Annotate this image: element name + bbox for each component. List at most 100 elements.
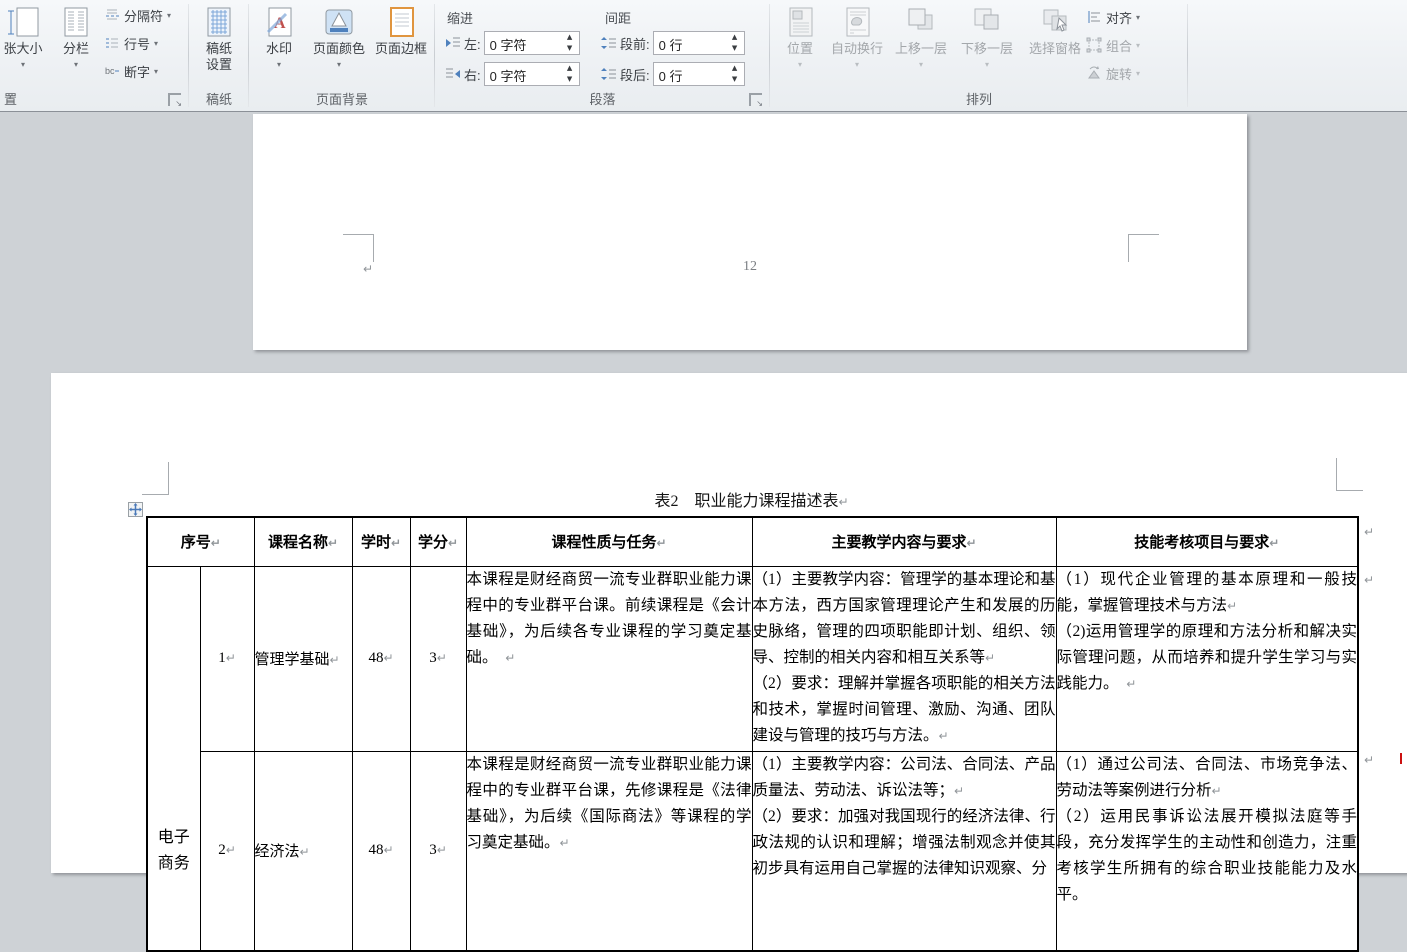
- paragraph-mark: ↵: [437, 651, 447, 665]
- header-credits[interactable]: 学分↵: [410, 517, 466, 566]
- svg-text:bc: bc: [105, 66, 115, 76]
- indent-right-field[interactable]: 0 字符 ▲▼: [484, 62, 580, 86]
- space-after-spinner[interactable]: ▲▼: [728, 64, 742, 84]
- space-after-row: 段后: 0 行 ▲▼: [601, 62, 745, 86]
- cell-skills[interactable]: （1）通过公司法、合同法、市场竞争法、劳动法等案例进行分析↵（2）运用民事诉讼法…: [1056, 751, 1358, 951]
- cell-content[interactable]: （1）主要教学内容：公司法、合同法、产品质量法、劳动法、诉讼法等；↵（2）要求：…: [752, 751, 1056, 951]
- paragraph-mark: ↵: [939, 729, 949, 743]
- breaks-button[interactable]: 分隔符 ▾: [104, 2, 171, 28]
- group-label-arrange: 排列: [770, 89, 1188, 108]
- header-no[interactable]: 序号↵: [147, 517, 254, 566]
- paper-size-button[interactable]: 张大小 ▾: [0, 2, 56, 90]
- cell-nature[interactable]: 本课程是财经商贸一流专业群职业能力课程中的专业群平台课。前续课程是《会计基础》，…: [466, 566, 752, 751]
- wrap-text-button[interactable]: 自动换行 ▾: [826, 2, 888, 90]
- paper-size-label: 张大小: [0, 41, 56, 57]
- cell-credits[interactable]: 3↵: [410, 751, 466, 951]
- indent-left-label: 左:: [464, 34, 481, 53]
- cell-no[interactable]: 2↵: [200, 751, 254, 951]
- indent-left-spinner[interactable]: ▲▼: [563, 33, 577, 53]
- wrap-text-icon: [840, 6, 874, 39]
- table-header-row: 序号↵ 课程名称↵ 学时↵ 学分↵ 课程性质与任务↵ 主要教学内容与要求↵ 技能…: [147, 517, 1358, 566]
- margin-corner-mark: [1128, 234, 1159, 262]
- position-button[interactable]: 位置 ▾: [776, 2, 824, 90]
- dialog-launcher-icon[interactable]: [749, 93, 762, 106]
- position-label: 位置: [776, 41, 824, 57]
- line-numbers-label: 行号: [124, 34, 150, 53]
- page-number: 12: [253, 259, 1247, 275]
- group-label-paragraph: 段落: [435, 89, 770, 108]
- move-cross-icon: [129, 503, 142, 516]
- group-label-page-background: 页面背景: [249, 89, 435, 108]
- space-before-spinner[interactable]: ▲▼: [728, 33, 742, 53]
- header-hours[interactable]: 学时↵: [352, 517, 410, 566]
- paragraph-mark: ↵: [560, 836, 570, 850]
- cell-hours[interactable]: 48↵: [352, 566, 410, 751]
- paragraph-mark: ↵: [226, 651, 236, 665]
- spacing-section-label: 间距: [605, 8, 631, 27]
- chevron-down-icon: ▾: [167, 11, 171, 20]
- cell-course[interactable]: 管理学基础↵: [254, 566, 352, 751]
- page-border-button[interactable]: 页面边框: [369, 2, 433, 90]
- line-numbers-button[interactable]: 行号 ▾: [104, 30, 158, 56]
- chevron-down-icon: ▾: [776, 60, 824, 69]
- cell-nature[interactable]: 本课程是财经商贸一流专业群职业能力课程中的专业群平台课，先修课程是《法律基础》，…: [466, 751, 752, 951]
- cell-major-group[interactable]: 电子商务: [147, 566, 200, 951]
- space-before-label: 段前:: [620, 34, 650, 53]
- page-color-button[interactable]: 页面颜色 ▾: [307, 2, 371, 90]
- end-of-row-mark: ↵: [1364, 753, 1374, 767]
- paragraph-mark: ↵: [383, 651, 393, 665]
- paragraph-mark: ↵: [838, 495, 848, 509]
- send-backward-button[interactable]: 下移一层 ▾: [956, 2, 1018, 90]
- cell-content[interactable]: （1）主要教学内容：管理学的基本理论和基本方法，西方国家管理理论产生和发展的历史…: [752, 566, 1056, 751]
- indent-right-spinner[interactable]: ▲▼: [563, 64, 577, 84]
- page-12[interactable]: ↵ 12: [253, 114, 1247, 350]
- dialog-launcher-icon[interactable]: [168, 93, 181, 106]
- chevron-down-icon: ▾: [154, 67, 158, 76]
- send-backward-label: 下移一层: [956, 41, 1018, 57]
- chevron-down-icon: ▾: [890, 60, 952, 69]
- space-before-value: 0 行: [659, 35, 683, 54]
- chevron-down-icon: ▾: [255, 60, 303, 69]
- cell-hours[interactable]: 48↵: [352, 751, 410, 951]
- space-before-row: 段前: 0 行 ▲▼: [601, 31, 745, 55]
- space-after-field[interactable]: 0 行 ▲▼: [653, 62, 745, 86]
- selection-pane-label: 选择窗格: [1022, 41, 1088, 57]
- cell-skills[interactable]: （1）现代企业管理的基本原理和一般技能，掌握管理技术与方法↵（2)运用管理学的原…: [1056, 566, 1358, 751]
- line-numbers-icon: [104, 35, 120, 51]
- header-nature[interactable]: 课程性质与任务↵: [466, 517, 752, 566]
- paragraph-mark: ↵: [966, 536, 976, 550]
- indent-left-field[interactable]: 0 字符 ▲▼: [484, 31, 580, 55]
- table-move-handle[interactable]: [128, 502, 143, 517]
- chevron-down-icon: ▾: [1136, 41, 1140, 50]
- watermark-button[interactable]: A 水印 ▾: [255, 2, 303, 90]
- align-button[interactable]: 对齐 ▾: [1086, 4, 1140, 30]
- header-course[interactable]: 课程名称↵: [254, 517, 352, 566]
- paragraph-mark: ↵: [391, 536, 401, 550]
- rotate-button[interactable]: 旋转 ▾: [1086, 60, 1140, 86]
- hyphenation-button[interactable]: bc 断字 ▾: [104, 58, 158, 84]
- group-button[interactable]: 组合 ▾: [1086, 32, 1140, 58]
- grid-paper-settings-label-1: 稿纸: [192, 41, 246, 57]
- bring-forward-button[interactable]: 上移一层 ▾: [890, 2, 952, 90]
- columns-button[interactable]: 分栏 ▾: [52, 2, 100, 90]
- cell-course[interactable]: 经济法↵: [254, 751, 352, 951]
- course-table-page[interactable]: 表2 职业能力课程描述表↵ 序号↵ 课程名称↵ 学时↵ 学分↵ 课程性质与任: [51, 373, 1407, 873]
- page-border-label: 页面边框: [369, 41, 433, 57]
- header-content[interactable]: 主要教学内容与要求↵: [752, 517, 1056, 566]
- cell-no[interactable]: 1↵: [200, 566, 254, 751]
- bring-forward-icon: [904, 6, 938, 39]
- group-label: 组合: [1106, 36, 1132, 55]
- wrap-text-label: 自动换行: [826, 41, 888, 57]
- indent-right-label: 右:: [464, 65, 481, 84]
- header-skills[interactable]: 技能考核项目与要求↵: [1056, 517, 1358, 566]
- table-row: 电子商务 1↵ 管理学基础↵ 48↵ 3↵ 本课程是财经商贸一流专业群职业能力课…: [147, 566, 1358, 751]
- ribbon-group-arrange: 位置 ▾ 自动换行 ▾ 上移一层 ▾: [770, 0, 1188, 111]
- paragraph-mark: ↵: [448, 536, 458, 550]
- paragraph-mark: ↵: [437, 843, 447, 857]
- paragraph-mark: ↵: [505, 651, 515, 665]
- table-title-text: 表2 职业能力课程描述表: [654, 493, 838, 510]
- grid-paper-settings-button[interactable]: 稿纸 设置: [192, 2, 246, 90]
- space-before-field[interactable]: 0 行 ▲▼: [653, 31, 745, 55]
- selection-pane-button[interactable]: 选择窗格: [1022, 2, 1088, 90]
- cell-credits[interactable]: 3↵: [410, 566, 466, 751]
